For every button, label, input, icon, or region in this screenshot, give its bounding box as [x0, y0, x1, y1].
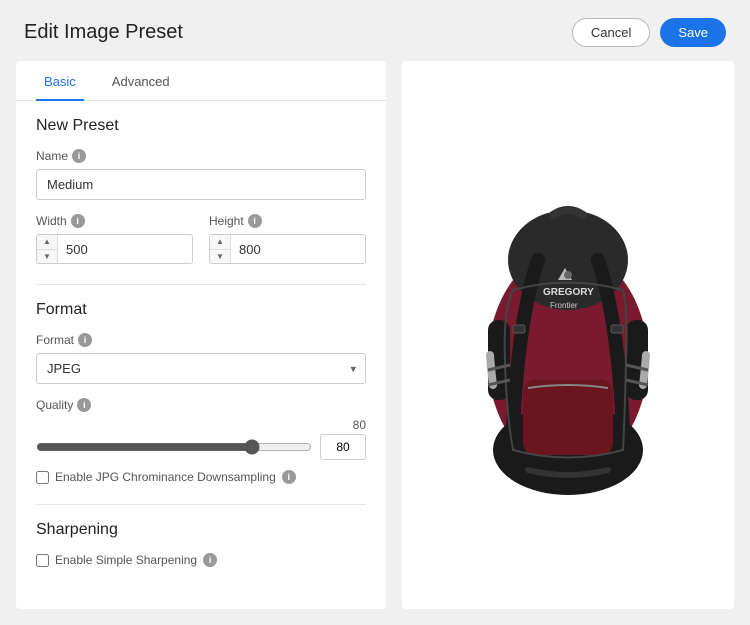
page-title: Edit Image Preset [24, 21, 183, 44]
cancel-button[interactable]: Cancel [572, 18, 650, 47]
quality-slider-row [36, 434, 366, 460]
header-buttons: Cancel Save [572, 18, 726, 47]
width-spinner: ▲ ▼ [36, 234, 193, 264]
name-input[interactable] [36, 169, 366, 200]
width-input[interactable] [58, 237, 191, 262]
height-label-row: Height i [209, 214, 366, 228]
format-section: Format Format i JPEG PNG GIF WebP ▾ [16, 301, 386, 484]
height-arrows: ▲ ▼ [210, 235, 231, 263]
name-info-icon[interactable]: i [72, 149, 86, 163]
left-panel: Basic Advanced New Preset Name i [16, 61, 386, 609]
width-info-icon[interactable]: i [71, 214, 85, 228]
format-label: Format [36, 333, 74, 347]
quality-label-row: Quality i [36, 398, 366, 412]
chrominance-checkbox[interactable] [36, 471, 49, 484]
height-spinner: ▲ ▼ [209, 234, 366, 264]
format-section-title: Format [36, 301, 366, 319]
height-down-arrow[interactable]: ▼ [210, 249, 230, 263]
tab-advanced[interactable]: Advanced [104, 62, 178, 101]
divider-1 [36, 284, 366, 285]
sharpening-section-title: Sharpening [36, 521, 366, 539]
format-select-wrapper: JPEG PNG GIF WebP ▾ [36, 353, 366, 384]
height-info-icon[interactable]: i [248, 214, 262, 228]
height-input[interactable] [231, 237, 364, 262]
simple-sharpening-checkbox[interactable] [36, 554, 49, 567]
quality-slider[interactable] [36, 439, 312, 455]
main-content: Basic Advanced New Preset Name i [0, 61, 750, 625]
format-select[interactable]: JPEG PNG GIF WebP [36, 353, 366, 384]
width-label-row: Width i [36, 214, 193, 228]
quality-top-row: 80 [36, 418, 366, 432]
name-label: Name [36, 149, 68, 163]
divider-2 [36, 504, 366, 505]
quality-input[interactable] [320, 434, 366, 460]
save-button[interactable]: Save [660, 18, 726, 47]
simple-sharpening-info-icon[interactable]: i [203, 553, 217, 567]
quality-info-icon[interactable]: i [77, 398, 91, 412]
sharpening-section: Sharpening Enable Simple Sharpening i [16, 521, 386, 567]
backpack-preview: GREGORY Frontier [458, 160, 678, 510]
format-info-icon[interactable]: i [78, 333, 92, 347]
right-panel: GREGORY Frontier [402, 61, 734, 609]
preset-section-title: New Preset [36, 117, 366, 135]
width-up-arrow[interactable]: ▲ [37, 235, 57, 249]
height-label: Height [209, 214, 244, 228]
simple-sharpening-label: Enable Simple Sharpening [55, 553, 197, 567]
header: Edit Image Preset Cancel Save [0, 0, 750, 61]
new-preset-section: New Preset Name i Width i [16, 117, 386, 264]
width-arrows: ▲ ▼ [37, 235, 58, 263]
quality-max-label: 80 [346, 418, 366, 432]
svg-text:Frontier: Frontier [550, 301, 578, 310]
tabs: Basic Advanced [16, 61, 386, 101]
height-group: Height i ▲ ▼ [209, 214, 366, 264]
height-up-arrow[interactable]: ▲ [210, 235, 230, 249]
svg-text:GREGORY: GREGORY [543, 287, 594, 298]
format-label-row: Format i [36, 333, 366, 347]
chrominance-info-icon[interactable]: i [282, 470, 296, 484]
slider-container [36, 439, 312, 455]
simple-sharpening-row: Enable Simple Sharpening i [36, 553, 366, 567]
chrominance-row: Enable JPG Chrominance Downsampling i [36, 470, 366, 484]
tab-basic[interactable]: Basic [36, 62, 84, 101]
width-label: Width [36, 214, 67, 228]
quality-label: Quality [36, 398, 73, 412]
preview-container: GREGORY Frontier [402, 61, 734, 609]
chrominance-label: Enable JPG Chrominance Downsampling [55, 470, 276, 484]
name-label-row: Name i [36, 149, 366, 163]
width-group: Width i ▲ ▼ [36, 214, 193, 264]
width-down-arrow[interactable]: ▼ [37, 249, 57, 263]
